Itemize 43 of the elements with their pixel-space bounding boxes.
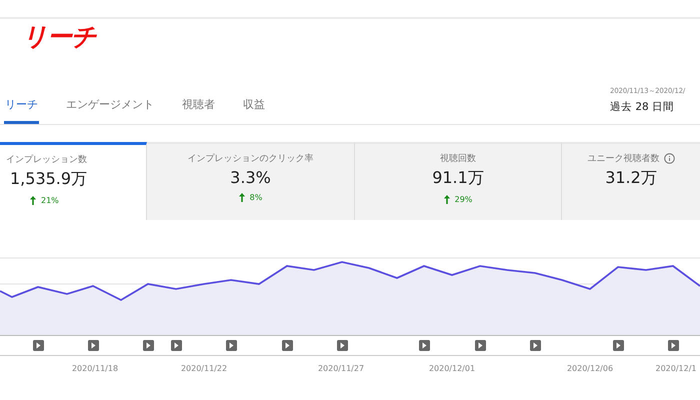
change-percent: 29% xyxy=(454,195,472,204)
metric-label: インプレッション数 xyxy=(6,153,87,166)
axis-date-label: 2020/11/22 xyxy=(180,364,228,373)
tab[interactable]: リーチ xyxy=(4,97,39,124)
metric-value: 91.1万 xyxy=(432,168,484,189)
video-marker-icon[interactable] xyxy=(337,340,348,351)
video-marker-icon[interactable] xyxy=(282,340,293,351)
metric-card[interactable]: 視聴回数 91.1万 29% xyxy=(355,142,562,220)
arrow-up-icon xyxy=(238,193,245,202)
metric-value: 3.3% xyxy=(230,168,271,187)
metric-card[interactable]: インプレッションのクリック率 3.3% 8% xyxy=(147,142,355,220)
change-percent: 21% xyxy=(41,196,59,205)
video-marker-icon[interactable] xyxy=(475,340,486,351)
axis-date-label: 2020/11/18 xyxy=(72,364,118,373)
video-marker-icon[interactable] xyxy=(530,340,541,351)
arrow-up-icon xyxy=(444,195,450,204)
video-marker-icon[interactable] xyxy=(88,340,99,351)
metric-value: 31.2万 xyxy=(605,168,657,189)
axis-date-label: 2020/11/27 xyxy=(318,364,364,373)
metric-card[interactable]: ユニーク視聴者数 31.2万 xyxy=(562,142,700,220)
page-title: リーチ xyxy=(22,21,98,53)
video-marker-icon[interactable] xyxy=(226,340,237,351)
metric-card[interactable]: インプレッション数 1,535.9万 21% xyxy=(0,142,147,220)
metric-label: ユニーク視聴者数 xyxy=(588,152,660,165)
video-marker-icon[interactable] xyxy=(419,340,430,351)
axis-date-label: 2020/12/1 xyxy=(655,364,697,373)
period-selector[interactable]: 過去 28 日間 xyxy=(610,100,700,114)
video-marker-icon[interactable] xyxy=(613,340,624,351)
video-marker-icon[interactable] xyxy=(33,340,44,351)
axis-date-label: 2020/12/06 xyxy=(566,364,614,373)
arrow-up-icon xyxy=(30,196,36,205)
video-marker-icon[interactable] xyxy=(668,340,679,351)
metric-label: 視聴回数 xyxy=(440,152,476,165)
tab[interactable]: エンゲージメント xyxy=(65,97,155,124)
info-icon[interactable] xyxy=(664,153,674,164)
tab[interactable]: 収益 xyxy=(242,97,266,124)
metric-value: 1,535.9万 xyxy=(10,169,88,190)
tab[interactable]: 視聴者 xyxy=(181,97,216,124)
change-percent: 8% xyxy=(250,193,262,202)
video-marker-icon[interactable] xyxy=(143,340,154,351)
metric-label: インプレッションのクリック率 xyxy=(188,152,314,165)
axis-date-label: 2020/12/01 xyxy=(428,364,476,373)
video-marker-icon[interactable] xyxy=(171,340,182,351)
